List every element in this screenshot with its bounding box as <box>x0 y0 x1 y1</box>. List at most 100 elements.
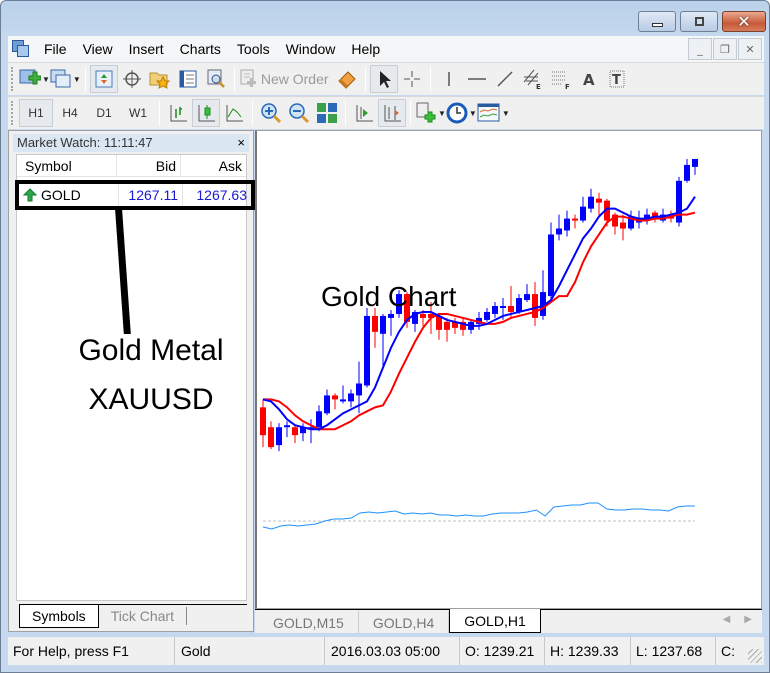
minimize-icon <box>651 22 663 27</box>
data-window-button[interactable] <box>118 65 146 93</box>
tile-windows-button[interactable] <box>313 99 341 127</box>
cursor-icon <box>379 71 391 88</box>
annotation-xauusd: XAUUSD <box>88 383 214 416</box>
chart-window[interactable]: Gold Chart <box>255 130 762 609</box>
title-bar[interactable]: ✕ <box>1 1 769 35</box>
market-watch-button[interactable] <box>89 65 118 93</box>
candle-body <box>420 313 426 318</box>
scroll-left-icon[interactable]: ◀ <box>723 614 731 625</box>
candle-body <box>692 158 698 167</box>
table-row[interactable]: GOLD 1267.11 1267.63 <box>15 180 255 210</box>
tab-gold-m15[interactable]: GOLD,M15 <box>259 611 359 633</box>
column-header-symbol[interactable]: Symbol <box>17 155 117 176</box>
crosshair-button[interactable] <box>398 65 426 93</box>
profiles-button[interactable]: ▼ <box>50 65 81 93</box>
zoom-out-button[interactable] <box>285 99 313 127</box>
status-help: For Help, press F1 <box>8 637 175 665</box>
candlestick-icon <box>198 105 215 122</box>
candle-body <box>556 228 562 235</box>
vertical-line-icon <box>447 72 450 86</box>
bar-chart-icon <box>170 105 187 122</box>
mdi-close-button[interactable]: ✕ <box>738 38 762 60</box>
strategy-tester-button[interactable] <box>202 65 230 93</box>
toolbar-grip[interactable] <box>11 67 15 91</box>
candle-body <box>588 196 594 209</box>
menu-help[interactable]: Help <box>343 36 388 62</box>
new-chart-icon <box>19 69 41 85</box>
tab-gold-h4[interactable]: GOLD,H4 <box>359 611 450 633</box>
menu-view[interactable]: View <box>75 36 121 62</box>
zoom-in-icon <box>261 103 282 124</box>
status-low: L: 1237.68 <box>631 637 716 665</box>
mdi-minimize-button[interactable]: _ <box>688 38 712 60</box>
timeframe-h4-button[interactable]: H4 <box>53 99 87 127</box>
tab-tick-chart[interactable]: Tick Chart <box>99 607 187 625</box>
periods-button[interactable]: ▼ <box>446 99 477 127</box>
text-label-button[interactable]: T <box>603 65 631 93</box>
timeframe-d1-button[interactable]: D1 <box>87 99 121 127</box>
mdi-restore-button[interactable]: ❐ <box>713 38 737 60</box>
maximize-button[interactable] <box>680 11 718 32</box>
candle-body <box>332 395 338 400</box>
vertical-line-button[interactable] <box>435 65 463 93</box>
menu-tools[interactable]: Tools <box>229 36 278 62</box>
tab-symbols[interactable]: Symbols <box>19 605 99 628</box>
minimize-button[interactable] <box>638 11 676 32</box>
terminal-button[interactable] <box>174 65 202 93</box>
timeframe-w1-button[interactable]: W1 <box>121 99 155 127</box>
autoscroll-button[interactable] <box>378 99 406 127</box>
new-chart-button[interactable]: ▼ <box>19 65 50 93</box>
column-header-ask[interactable]: Ask <box>181 155 246 176</box>
close-icon: ✕ <box>737 12 751 31</box>
autoscroll-icon <box>384 105 401 122</box>
annotation-gold-metal: Gold Metal <box>78 334 224 367</box>
fibonacci-button[interactable]: F <box>547 65 575 93</box>
indicators-button[interactable]: ▼ <box>415 99 446 127</box>
resize-grip[interactable] <box>748 649 762 663</box>
candle-body <box>564 218 570 231</box>
up-arrow-icon <box>23 188 37 202</box>
standard-toolbar: ▼ ▼ New Order E F A T <box>8 62 764 95</box>
candle-body <box>380 315 386 334</box>
candle-body <box>268 427 274 448</box>
trendline-button[interactable] <box>491 65 519 93</box>
toolbar-grip[interactable] <box>11 101 15 125</box>
text-icon: A <box>583 71 595 89</box>
zoom-in-button[interactable] <box>257 99 285 127</box>
timeframe-h1-button[interactable]: H1 <box>19 99 53 127</box>
chart-shift-button[interactable] <box>350 99 378 127</box>
indicators-icon <box>416 102 436 123</box>
candle-body <box>572 218 578 221</box>
scroll-right-icon[interactable]: ▶ <box>744 614 752 625</box>
menu-charts[interactable]: Charts <box>172 36 229 62</box>
price-chart[interactable] <box>257 131 762 608</box>
line-chart-button[interactable] <box>220 99 248 127</box>
menu-window[interactable]: Window <box>278 36 344 62</box>
menu-insert[interactable]: Insert <box>121 36 172 62</box>
candle-body <box>292 427 298 436</box>
new-order-button[interactable]: New Order <box>239 65 333 93</box>
bar-chart-button[interactable] <box>164 99 192 127</box>
crosshair-icon <box>403 71 420 87</box>
column-header-bid[interactable]: Bid <box>117 155 181 176</box>
horizontal-line-button[interactable] <box>463 65 491 93</box>
app-icon[interactable] <box>12 40 30 58</box>
candle-body <box>548 234 554 297</box>
strategy-tester-icon <box>207 69 225 88</box>
market-watch-close-button[interactable]: × <box>237 134 245 152</box>
svg-text:T: T <box>612 73 621 88</box>
candlestick-button[interactable] <box>192 99 220 127</box>
candle-body <box>516 298 522 312</box>
text-button[interactable]: A <box>575 65 603 93</box>
close-button[interactable]: ✕ <box>722 11 766 32</box>
templates-button[interactable]: ▼ <box>477 99 510 127</box>
equidistant-channel-button[interactable]: E <box>519 65 547 93</box>
market-watch-header[interactable]: Market Watch: 11:11:47 × <box>13 134 249 152</box>
cursor-button[interactable] <box>369 65 398 93</box>
candle-body <box>524 294 530 301</box>
autotrading-button[interactable] <box>333 65 361 93</box>
navigator-button[interactable] <box>146 65 174 93</box>
tab-gold-h1[interactable]: GOLD,H1 <box>449 609 541 633</box>
menu-file[interactable]: File <box>36 36 75 62</box>
chart-annotation: Gold Chart <box>321 281 457 312</box>
